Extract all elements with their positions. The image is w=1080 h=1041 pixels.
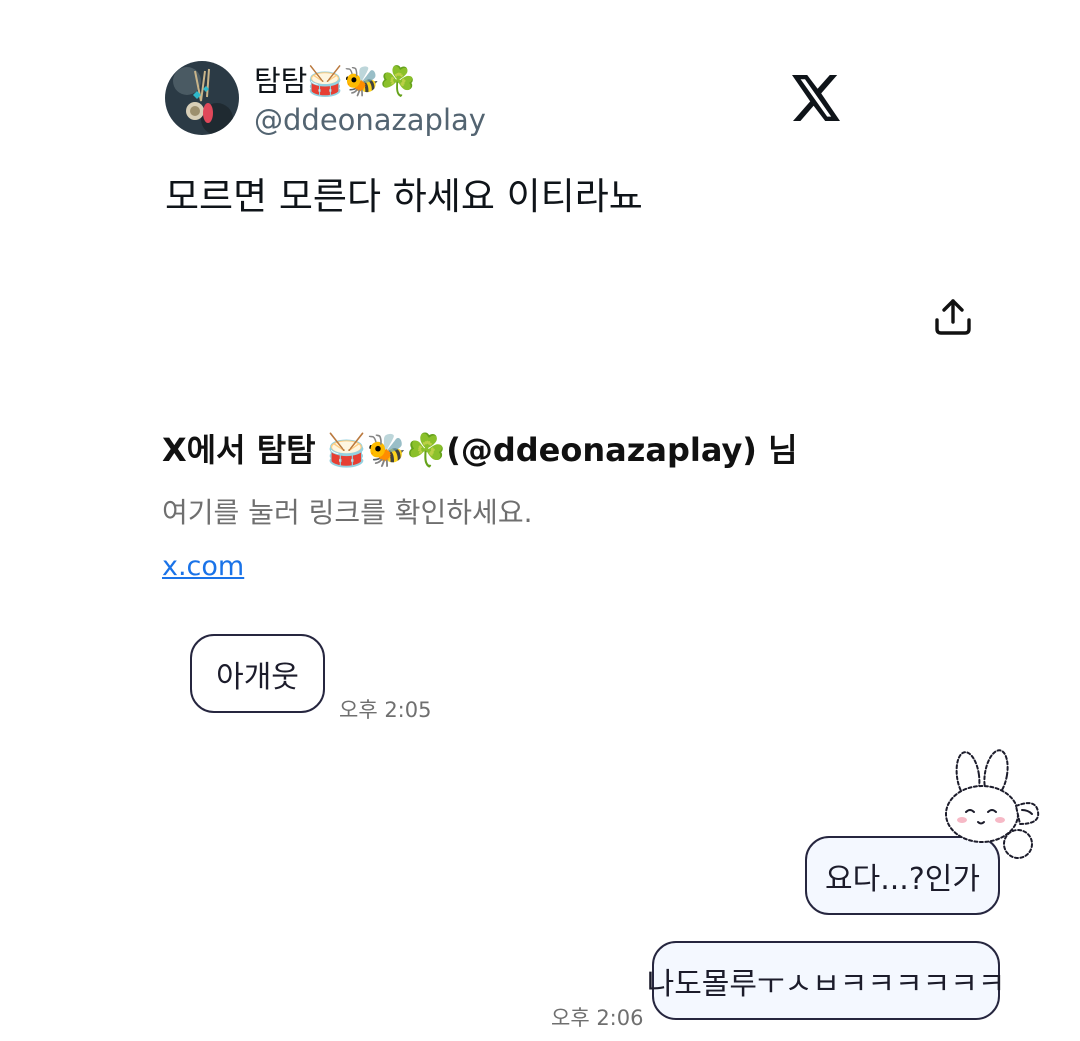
share-icon[interactable] <box>932 296 974 338</box>
x-logo-icon[interactable] <box>792 75 840 121</box>
chat-screen: 탐탐🥁🐝☘️ @ddeonazaplay 모르면 모른다 하세요 이티라뇨 X에… <box>0 0 1080 1041</box>
link-preview-description: 여기를 눌러 링크를 확인하세요. <box>162 496 533 529</box>
user-handle: @ddeonazaplay <box>254 103 486 137</box>
bunny-sticker-icon <box>938 748 1048 866</box>
link-preview-title[interactable]: X에서 탐탐 🥁🐝☘️(@ddeonazaplay) 님 <box>162 425 798 471</box>
tweet-text: 모르면 모른다 하세요 이티라뇨 <box>165 175 643 218</box>
avatar[interactable] <box>165 61 239 135</box>
message-time: 오후 2:06 <box>551 1006 644 1030</box>
display-name: 탐탐🥁🐝☘️ <box>254 64 416 98</box>
message-text: 나도몰루ㅜㅅㅂㅋㅋㅋㅋㅋㅋ <box>646 966 1006 1002</box>
link-preview-url[interactable]: x.com <box>162 551 244 582</box>
message-text: 아개웃 <box>216 659 299 695</box>
message-bubble-received[interactable]: 아개웃 <box>190 634 325 713</box>
message-time: 오후 2:05 <box>339 698 432 722</box>
message-bubble-sent[interactable]: 나도몰루ㅜㅅㅂㅋㅋㅋㅋㅋㅋ <box>647 941 1005 1020</box>
